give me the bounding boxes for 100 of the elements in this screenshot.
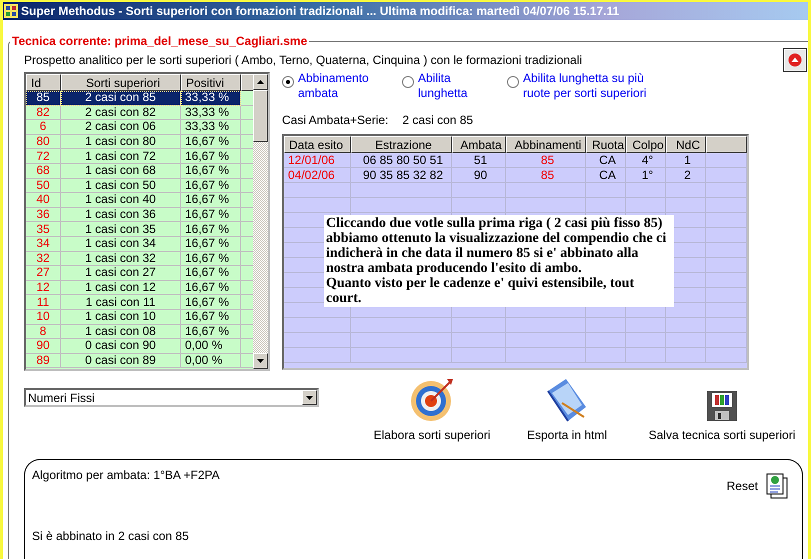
document-icon[interactable] — [766, 473, 788, 499]
table-cell[interactable]: 16,67 % — [181, 310, 241, 324]
table-cell[interactable]: 16,67 % — [181, 252, 241, 266]
table-cell[interactable]: 1 casi con 35 — [61, 222, 181, 237]
table-cell: 85 — [506, 153, 586, 168]
table-cell[interactable]: 16,67 % — [181, 295, 241, 310]
column-header[interactable]: Positivi — [181, 74, 241, 91]
empty-cell — [626, 348, 666, 363]
table-cell[interactable]: 0,00 % — [181, 339, 241, 354]
scroll-up-button[interactable] — [253, 74, 268, 90]
scroll-down-button[interactable] — [253, 353, 268, 369]
table-cell[interactable]: 33,33 % — [181, 106, 241, 120]
table-cell[interactable]: 1 casi con 34 — [61, 236, 181, 252]
table-cell[interactable]: 1 casi con 12 — [61, 280, 181, 296]
table-cell[interactable]: 16,67 % — [181, 208, 241, 222]
table-cell[interactable]: 16,67 % — [181, 280, 241, 296]
table-cell[interactable]: 2 casi con 85 — [61, 91, 181, 106]
table-cell[interactable]: 1 casi con 10 — [61, 310, 181, 324]
table-cell[interactable]: 16,67 % — [181, 149, 241, 164]
table-cell[interactable]: 82 — [26, 106, 61, 120]
table-cell[interactable]: 32 — [26, 252, 61, 266]
table-cell[interactable]: 80 — [26, 134, 61, 150]
action-button[interactable]: Esporta in html — [497, 381, 637, 442]
table-cell[interactable]: 12 — [26, 280, 61, 296]
table-cell[interactable]: 33,33 % — [181, 91, 241, 106]
action-button[interactable]: Elabora sorti superiori — [367, 381, 497, 442]
table-cell[interactable]: 16,67 % — [181, 134, 241, 150]
table-row[interactable]: 89 0 casi con 89 0,00 % — [26, 354, 253, 368]
table-cell[interactable]: 1 casi con 08 — [61, 324, 181, 340]
empty-cell — [452, 183, 506, 198]
subtitle: Prospetto analitico per le sorti superiori ( Ambo, Terno, Quaterna, Cinquina ) con le formazioni tradizionali — [24, 53, 582, 67]
table-cell[interactable]: 50 — [26, 178, 61, 194]
table-row[interactable]: 11 1 casi con 11 16,67 % — [26, 295, 253, 310]
table-cell[interactable]: 40 — [26, 193, 61, 208]
radio-button[interactable] — [402, 76, 414, 88]
table-cell[interactable]: 36 — [26, 208, 61, 222]
table-cell[interactable]: 16,67 % — [181, 236, 241, 252]
scrollbar[interactable] — [253, 74, 268, 369]
table-cell[interactable]: 35 — [26, 222, 61, 237]
table-cell[interactable]: 27 — [26, 266, 61, 281]
table-cell[interactable]: 1 casi con 27 — [61, 266, 181, 281]
empty-cell — [586, 333, 626, 348]
table-cell[interactable]: 16,67 % — [181, 222, 241, 237]
table-cell[interactable]: 16,67 % — [181, 324, 241, 340]
table-cell[interactable]: 11 — [26, 295, 61, 310]
table-cell[interactable]: 90 — [26, 339, 61, 354]
table-cell[interactable]: 1 casi con 36 — [61, 208, 181, 222]
table-cell[interactable]: 16,67 % — [181, 178, 241, 194]
table-cell[interactable]: 33,33 % — [181, 120, 241, 135]
column-header[interactable]: Sorti superiori — [61, 74, 181, 91]
table-cell[interactable]: 8 — [26, 324, 61, 340]
scroll-thumb[interactable] — [253, 90, 268, 142]
table-cell[interactable]: 2 casi con 06 — [61, 120, 181, 135]
action-button[interactable]: Salva tecnica sorti superiori — [637, 381, 807, 442]
column-header[interactable]: Ambata — [452, 136, 506, 153]
empty-cell — [586, 198, 626, 213]
radio-button[interactable] — [282, 76, 294, 88]
table-cell[interactable]: 0 casi con 89 — [61, 354, 181, 368]
table-cell[interactable]: 16,67 % — [181, 193, 241, 208]
column-header[interactable]: Data esito — [284, 136, 351, 153]
table-cell[interactable]: 1 casi con 11 — [61, 295, 181, 310]
column-header[interactable]: Ruota — [586, 136, 626, 153]
table-cell[interactable]: 72 — [26, 149, 61, 164]
table-cell[interactable]: 1 casi con 80 — [61, 134, 181, 150]
radio-option[interactable]: Abbinamento ambata — [282, 71, 402, 105]
table-row[interactable]: 72 1 casi con 72 16,67 % — [26, 149, 253, 164]
empty-cell — [706, 288, 747, 303]
empty-cell — [706, 183, 747, 198]
up-button[interactable] — [783, 48, 807, 72]
fixed-numbers-dropdown[interactable]: Numeri Fissi — [24, 388, 319, 407]
table-cell[interactable]: 6 — [26, 120, 61, 135]
radio-option[interactable]: Abilita lunghetta — [402, 71, 507, 105]
table-cell[interactable]: 34 — [26, 236, 61, 252]
table-cell[interactable]: 1 casi con 50 — [61, 178, 181, 194]
table-row[interactable]: 10 1 casi con 10 16,67 % — [26, 310, 253, 324]
empty-cell — [626, 318, 666, 333]
table-cell[interactable]: 16,67 % — [181, 266, 241, 281]
column-header[interactable]: Id — [26, 74, 61, 91]
column-header[interactable]: Abbinamenti — [506, 136, 586, 153]
column-header[interactable]: NdC — [666, 136, 706, 153]
table-row[interactable]: 27 1 casi con 27 16,67 % — [26, 266, 253, 281]
empty-cell — [666, 318, 706, 333]
column-header[interactable]: Colpo — [626, 136, 666, 153]
table-cell[interactable]: 2 casi con 82 — [61, 106, 181, 120]
table-cell[interactable]: 89 — [26, 354, 61, 368]
table-cell[interactable]: 1 casi con 32 — [61, 252, 181, 266]
cases-value: 2 casi con 85 — [402, 113, 474, 129]
column-header[interactable]: Estrazione — [351, 136, 452, 153]
table-cell[interactable]: 68 — [26, 164, 61, 179]
table-cell[interactable]: 16,67 % — [181, 164, 241, 179]
radio-button[interactable] — [507, 76, 519, 88]
table-cell[interactable]: 1 casi con 68 — [61, 164, 181, 179]
radio-option[interactable]: Abilita lunghetta su più ruote per sorti superiori — [507, 71, 667, 105]
window-title: Super Methodus - Sorti superiori con formazioni tradizionali ... Ultima modifica: martedì 04/07/06 15.17.11 — [21, 4, 620, 18]
table-cell[interactable]: 1 casi con 40 — [61, 193, 181, 208]
table-cell[interactable]: 0 casi con 90 — [61, 339, 181, 354]
table-cell[interactable]: 10 — [26, 310, 61, 324]
table-cell[interactable]: 1 casi con 72 — [61, 149, 181, 164]
table-cell[interactable]: 0,00 % — [181, 354, 241, 368]
table-cell[interactable]: 85 — [26, 91, 61, 106]
